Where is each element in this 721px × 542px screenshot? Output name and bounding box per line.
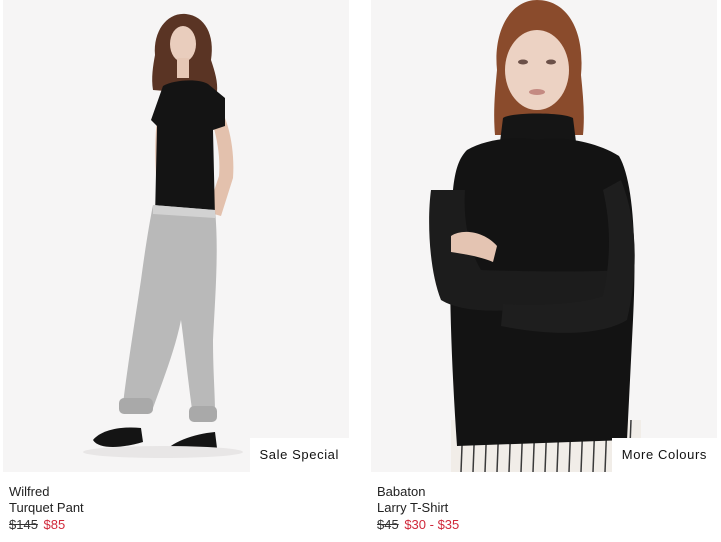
price-row: $145 $85 [9, 517, 349, 533]
product-brand[interactable]: Babaton [377, 484, 717, 500]
product-name[interactable]: Larry T-Shirt [377, 500, 717, 516]
product-image-turquet-pant[interactable]: Sale Special [3, 0, 349, 472]
original-price: $45 [377, 517, 399, 532]
product-image-larry-t-shirt[interactable]: More Colours [371, 0, 717, 472]
product-card-larry-t-shirt[interactable]: More Colours Babaton Larry T-Shirt $45 $… [371, 0, 717, 533]
sale-special-badge: Sale Special [249, 438, 349, 472]
product-brand[interactable]: Wilfred [9, 484, 349, 500]
product-card-turquet-pant[interactable]: Sale Special Wilfred Turquet Pant $145 $… [3, 0, 349, 533]
original-price: $145 [9, 517, 38, 532]
price-row: $45 $30 - $35 [377, 517, 717, 533]
more-colours-badge: More Colours [611, 438, 717, 472]
model-upper-body-illustration [429, 0, 641, 472]
model-full-body-illustration [83, 13, 243, 458]
sale-price: $85 [43, 517, 66, 532]
product-info: Wilfred Turquet Pant $145 $85 [3, 472, 349, 533]
sale-price: $30 - $35 [404, 517, 460, 532]
product-info: Babaton Larry T-Shirt $45 $30 - $35 [371, 472, 717, 533]
product-name[interactable]: Turquet Pant [9, 500, 349, 516]
